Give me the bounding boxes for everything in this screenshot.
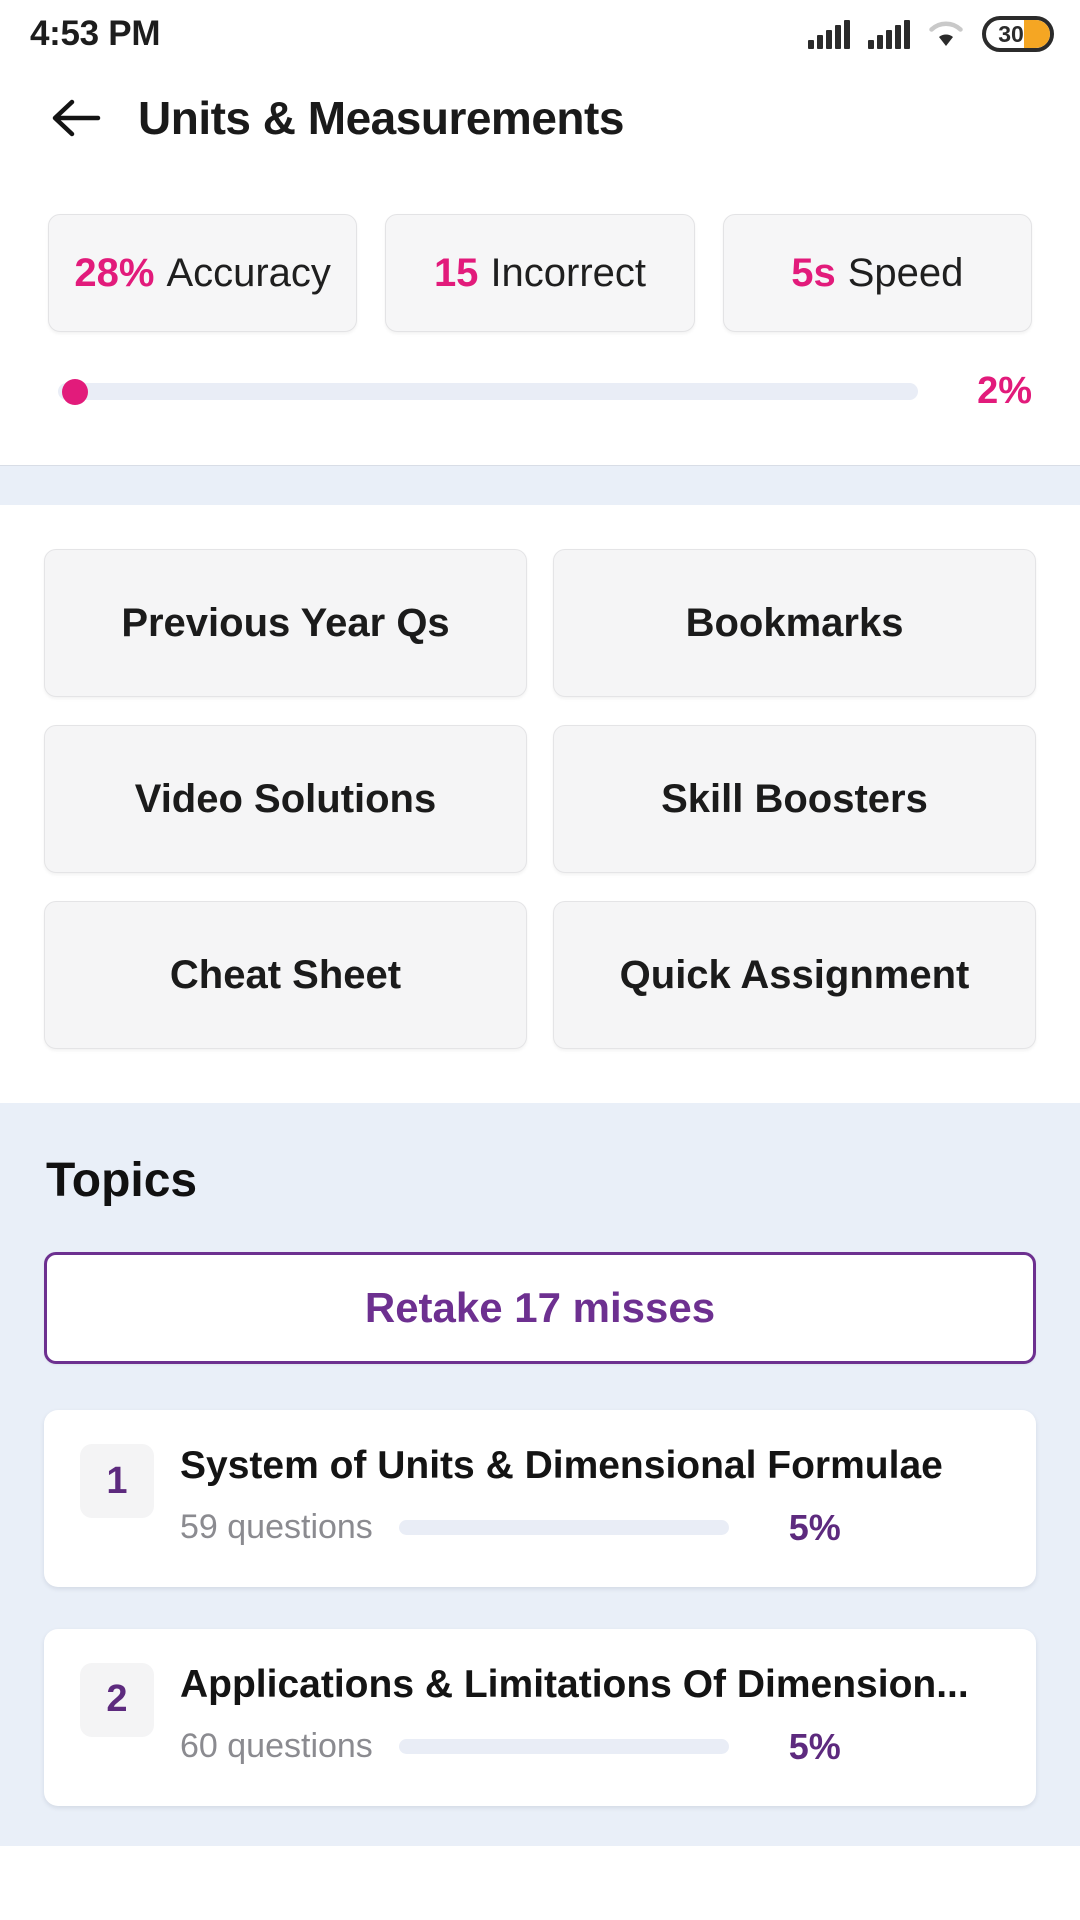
topic-progress-track[interactable]	[398, 1739, 729, 1755]
stat-label: Incorrect	[490, 250, 647, 295]
stat-value: 28%	[74, 250, 155, 295]
summary-section: 28% Accuracy 15 Incorrect 5s Speed 2%	[0, 168, 1080, 465]
overall-progress-row: 2%	[48, 332, 1032, 465]
arrow-left-icon	[52, 99, 101, 137]
topic-title: System of Units & Dimensional Formulae	[180, 1444, 943, 1487]
topic-body: System of Units & Dimensional Formulae 5…	[180, 1444, 1000, 1549]
topics-heading: Topics	[46, 1154, 198, 1207]
battery-level: 30	[998, 20, 1024, 47]
stat-label: Speed	[847, 250, 964, 295]
topic-number-badge: 1	[80, 1444, 154, 1518]
stat-card-speed[interactable]: 5s Speed	[722, 214, 1032, 332]
quick-actions-section: Previous Year Qs Bookmarks Video Solutio…	[0, 505, 1080, 1103]
wifi-icon	[928, 20, 964, 48]
stat-card-accuracy[interactable]: 28% Accuracy	[48, 214, 358, 332]
signal-icon	[868, 19, 910, 49]
topic-meta: 60 questions 5%	[180, 1726, 1000, 1768]
topics-section: Topics Retake 17 misses 1 System of Unit…	[0, 1103, 1080, 1846]
action-cheat-sheet[interactable]: Cheat Sheet	[44, 901, 527, 1049]
stat-label: Accuracy	[166, 250, 331, 295]
topic-question-count: 59 questions	[180, 1508, 373, 1547]
status-time: 4:53 PM	[30, 14, 161, 53]
action-video-solutions[interactable]: Video Solutions	[44, 725, 527, 873]
stat-card-incorrect[interactable]: 15 Incorrect	[385, 214, 695, 332]
topic-question-count: 60 questions	[180, 1727, 373, 1766]
page-title: Units & Measurements	[138, 92, 624, 144]
overall-progress-knob	[62, 378, 89, 405]
status-bar: 4:53 PM 30	[0, 0, 1080, 68]
topic-list-item[interactable]: 1 System of Units & Dimensional Formulae…	[44, 1410, 1036, 1587]
topic-list-item[interactable]: 2 Applications & Limitations Of Dimensio…	[44, 1628, 1036, 1806]
stat-value: 15	[433, 250, 479, 295]
topic-number-badge: 2	[80, 1662, 154, 1737]
topic-body: Applications & Limitations Of Dimension.…	[180, 1663, 1000, 1768]
back-button[interactable]	[48, 90, 104, 146]
topic-progress-track[interactable]	[398, 1520, 729, 1536]
app-header: Units & Measurements	[0, 68, 1080, 168]
topic-meta: 59 questions 5%	[180, 1507, 1000, 1549]
quick-actions-grid: Previous Year Qs Bookmarks Video Solutio…	[44, 549, 1036, 1049]
overall-progress-label: 2%	[977, 370, 1032, 412]
retake-misses-button[interactable]: Retake 17 misses	[44, 1252, 1036, 1364]
overall-progress-track[interactable]	[58, 378, 918, 405]
topic-title: Applications & Limitations Of Dimension.…	[180, 1662, 969, 1706]
status-icon-group: 30	[808, 16, 1054, 52]
topic-list: 1 System of Units & Dimensional Formulae…	[44, 1410, 1036, 1806]
action-quick-assignment[interactable]: Quick Assignment	[553, 901, 1036, 1049]
topic-progress-label: 5%	[788, 1725, 841, 1767]
action-bookmarks[interactable]: Bookmarks	[553, 549, 1036, 697]
signal-icon	[808, 19, 850, 49]
action-previous-year-qs[interactable]: Previous Year Qs	[44, 549, 527, 697]
action-skill-boosters[interactable]: Skill Boosters	[553, 725, 1036, 873]
stats-row: 28% Accuracy 15 Incorrect 5s Speed	[48, 214, 1032, 332]
section-divider-strip	[0, 465, 1080, 505]
topic-progress-label: 5%	[788, 1506, 841, 1548]
battery-icon: 30	[982, 16, 1054, 52]
stat-value: 5s	[791, 250, 836, 295]
